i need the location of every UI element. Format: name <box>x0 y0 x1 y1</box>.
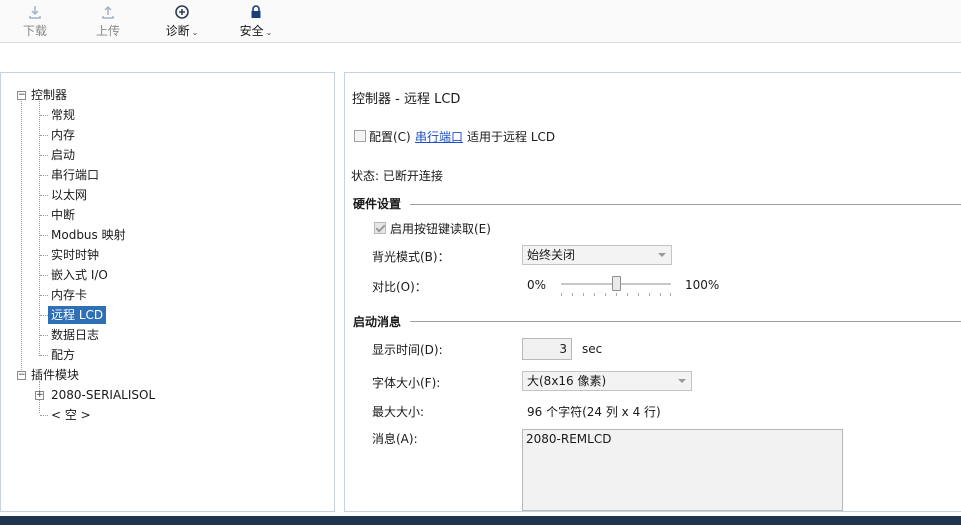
tree-item[interactable]: 内存 <box>51 126 75 144</box>
tree-connector <box>40 215 48 216</box>
tree-item[interactable]: 实时时钟 <box>51 246 99 264</box>
expand-icon[interactable]: + <box>35 391 44 400</box>
remote-lcd-settings-panel: 控制器 - 远程 LCD 配置(C) 串行端口 适用于远程 LCD 状态: 已断… <box>344 72 961 512</box>
tree-item-selected[interactable]: 远程 LCD <box>48 306 107 324</box>
tree-item[interactable]: 嵌入式 I/O <box>51 266 108 284</box>
startup-section-title: 启动消息 <box>353 315 402 329</box>
chevron-down-icon <box>658 253 666 257</box>
slider-tick <box>616 293 617 296</box>
tree-item[interactable]: 以太网 <box>51 186 87 204</box>
upload-icon <box>102 5 114 19</box>
enable-keys-checkbox[interactable] <box>374 222 386 234</box>
slider-tick <box>605 293 606 296</box>
diagnose-label: 诊断 <box>165 24 190 38</box>
slider-tick <box>670 293 671 296</box>
tree-connector <box>40 235 48 236</box>
chevron-down-icon: ⌄ <box>265 28 273 37</box>
collapse-icon[interactable]: − <box>17 371 26 380</box>
section-divider <box>410 321 961 322</box>
slider-tick <box>583 293 584 296</box>
font-size-value: 大(8x16 像素) <box>527 374 607 388</box>
tree-item-plugin-modules[interactable]: 插件模块 <box>31 366 79 384</box>
tree-connector <box>40 195 48 196</box>
display-time-input[interactable]: 3 <box>522 338 572 360</box>
enable-keys-label: 启用按钮键读取(E) <box>390 222 491 236</box>
download-label: 下载 <box>22 24 47 38</box>
message-label: 消息(A): <box>372 432 418 446</box>
slider-tick <box>572 293 573 296</box>
serial-port-link[interactable]: 串行端口 <box>415 128 463 145</box>
toolbar: 下载 上传 诊断 ⌄ 安全 ⌄ <box>0 0 961 43</box>
tree-connector <box>40 115 48 116</box>
max-size-label: 最大大小: <box>372 405 425 419</box>
chevron-down-icon: ⌄ <box>191 28 199 37</box>
section-divider <box>410 204 961 205</box>
display-time-label: 显示时间(D): <box>372 343 443 357</box>
slider-tick <box>627 293 628 296</box>
tree-item[interactable]: 启动 <box>51 146 75 164</box>
status-bar <box>0 516 961 525</box>
download-icon <box>29 6 41 19</box>
tree-item[interactable]: 串行端口 <box>51 166 99 184</box>
diagnose-icon <box>175 5 189 19</box>
configure-label: 配置(C) <box>369 130 411 144</box>
tree-item-empty-slot[interactable]: < 空 > <box>51 406 91 424</box>
slider-tick <box>638 293 639 296</box>
tree-connector <box>40 255 48 256</box>
security-menu-button[interactable]: 安全 ⌄ <box>235 4 277 38</box>
navigation-tree: − 控制器 常规 内存 启动 串行端口 以太网 中断 Modbus 映射 实时时… <box>0 72 335 512</box>
tree-item-controller[interactable]: 控制器 <box>31 86 67 104</box>
contrast-min-label: 0% <box>527 278 547 292</box>
backlight-value: 始终关闭 <box>527 248 576 262</box>
backlight-select[interactable]: 始终关闭 <box>522 245 672 265</box>
hardware-section-title: 硬件设置 <box>353 197 402 211</box>
collapse-icon[interactable]: − <box>17 91 26 100</box>
tree-item[interactable]: 中断 <box>51 206 75 224</box>
tree-connector <box>40 295 48 296</box>
backlight-label: 背光模式(B)： <box>372 250 450 264</box>
page-title: 控制器 - 远程 LCD <box>352 92 461 107</box>
tree-connector <box>40 175 48 176</box>
upload-label: 上传 <box>95 24 120 38</box>
tree-connector <box>21 101 22 376</box>
tree-connector <box>39 101 40 356</box>
contrast-max-label: 100% <box>685 278 720 292</box>
font-size-select[interactable]: 大(8x16 像素) <box>522 371 692 391</box>
diagnose-menu-button[interactable]: 诊断 ⌄ <box>161 4 203 38</box>
tree-connector <box>40 135 48 136</box>
slider-tick <box>660 293 661 296</box>
font-size-label: 字体大小(F): <box>372 376 441 390</box>
tree-connector <box>40 355 48 356</box>
slider-tick <box>649 293 650 296</box>
download-button[interactable]: 下载 <box>18 4 52 38</box>
security-label: 安全 <box>239 24 264 38</box>
configure-checkbox[interactable] <box>354 130 366 142</box>
contrast-slider-thumb[interactable] <box>611 276 621 291</box>
tree-connector <box>40 275 48 276</box>
tree-connector <box>40 415 48 416</box>
slider-tick <box>594 293 595 296</box>
max-size-value: 96 个字符(24 列 x 4 行) <box>527 405 661 419</box>
tree-item[interactable]: 数据日志 <box>51 326 99 344</box>
tree-connector <box>40 335 48 336</box>
tree-item[interactable]: 常规 <box>51 106 75 124</box>
tree-item[interactable]: 内存卡 <box>51 286 87 304</box>
tree-item-plugin[interactable]: 2080-SERIALISOL <box>51 386 155 404</box>
slider-tick <box>561 293 562 296</box>
tree-item[interactable]: Modbus 映射 <box>51 226 126 244</box>
contrast-label: 对比(O)： <box>372 280 427 294</box>
status-text: 状态: 已断开连接 <box>351 169 443 183</box>
message-textarea[interactable]: 2080-REMLCD <box>522 429 843 511</box>
tree-connector <box>40 315 48 316</box>
upload-button[interactable]: 上传 <box>91 4 125 38</box>
applies-to-text: 适用于远程 LCD <box>467 130 556 144</box>
display-time-unit: sec <box>582 342 603 356</box>
tree-item[interactable]: 配方 <box>51 346 75 364</box>
chevron-down-icon <box>678 379 686 383</box>
tree-connector <box>40 155 48 156</box>
lock-icon <box>251 5 261 18</box>
